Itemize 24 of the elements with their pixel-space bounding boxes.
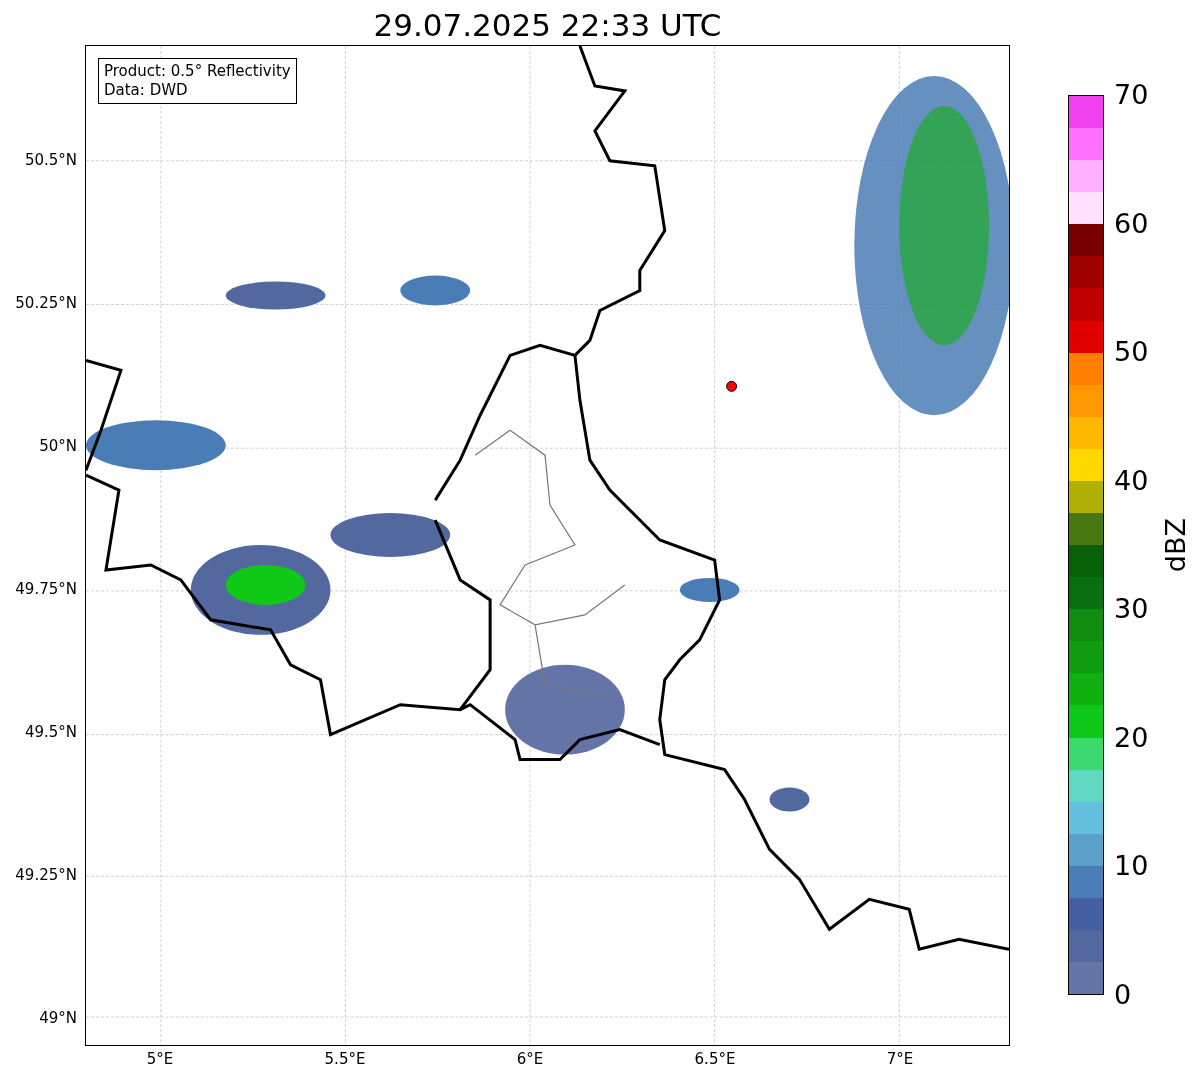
longitude-label: 6.5°E xyxy=(693,1050,737,1068)
info-text: Data: DWD xyxy=(104,81,189,100)
longitude-label: 5.5°E xyxy=(323,1050,367,1068)
colorbar-tick-label: 40 xyxy=(1114,464,1149,497)
latitude-label: 49°N xyxy=(39,1008,77,1028)
colorbar-tick-label: 10 xyxy=(1114,850,1149,883)
colorbar-tick-label: 30 xyxy=(1114,593,1149,626)
colorbar-tick-label: 70 xyxy=(1114,79,1149,111)
latitude-label: 49.25°N xyxy=(15,865,77,885)
colorbar-tick-label: 0 xyxy=(1114,979,1132,1011)
longitude-label: 5°E xyxy=(145,1050,175,1068)
latitude-label: 50.5°N xyxy=(24,150,77,170)
longitude-label: 7°E xyxy=(885,1050,915,1068)
colorbar-tick-label: 60 xyxy=(1114,207,1149,240)
colorbar-tick-label: 50 xyxy=(1114,336,1149,369)
latitude-label: 50°N xyxy=(39,436,77,456)
latitude-label: 50.25°N xyxy=(15,293,77,313)
latitude-label: 49.5°N xyxy=(24,722,77,742)
latitude-label: 49.75°N xyxy=(15,579,77,599)
colorbar-tick-label: 20 xyxy=(1114,721,1149,754)
colorbar-label: dBZ xyxy=(1160,517,1191,573)
longitude-label: 6°E xyxy=(515,1050,545,1068)
chart-title: 29.07.2025 22:33 UTC xyxy=(373,6,722,45)
info-text: Product: 0.5° Reflectivity xyxy=(104,62,291,81)
